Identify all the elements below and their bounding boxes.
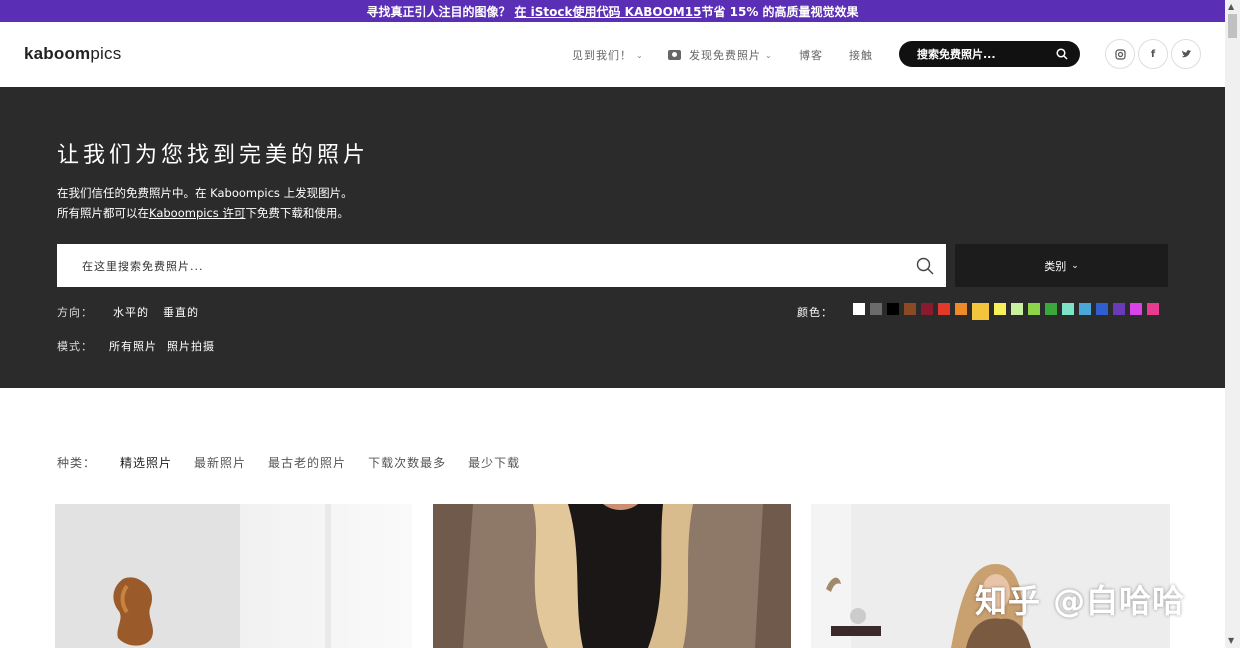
promo-suffix: 节省 15% 的高质量视觉效果 [701,4,859,19]
camera-icon [668,50,681,60]
color-swatch[interactable] [1130,303,1142,315]
mode-all-photos[interactable]: 所有照片 [109,338,157,354]
color-swatch[interactable] [1011,303,1023,315]
color-swatch[interactable] [853,303,865,315]
color-swatch[interactable] [1079,303,1091,315]
color-swatch[interactable] [1062,303,1074,315]
hero-title: 让我们为您找到完美的照片 [57,143,370,168]
nav-meet-us[interactable]: 见到我们！ ⌄ [572,47,644,63]
color-swatch[interactable] [1147,303,1159,315]
nav-contact[interactable]: 接触 [849,47,873,63]
color-swatch[interactable] [1096,303,1108,315]
color-filter: 颜色： [797,303,1159,320]
hero-description: 在我们信任的免费照片中。在 Kaboompics 上发现图片。 所有照片都可以在… [57,186,353,220]
main-search-input[interactable]: 在这里搜索免费照片... [57,244,946,287]
portrait-photo [433,504,791,648]
color-swatch[interactable] [1028,303,1040,315]
scrollbar-thumb[interactable] [1228,14,1237,38]
scroll-down-icon[interactable]: ▼ [1228,636,1234,645]
sort-oldest[interactable]: 最古老的照片 [268,454,346,471]
sort-most-downloaded[interactable]: 下载次数最多 [368,454,446,471]
color-swatches [853,303,1159,320]
promo-link[interactable]: 在 iStock使用代码 KABOOM15 [514,3,701,20]
orientation-filter: 方向： 水平的 垂直的 [57,304,199,320]
chevron-down-icon: ⌄ [636,50,644,60]
sort-newest[interactable]: 最新照片 [194,454,246,471]
chevron-down-icon: ⌄ [1071,260,1079,271]
color-swatch[interactable] [904,303,916,315]
sort-featured[interactable]: 精选照片 [120,454,172,471]
watermark: 知乎 @白哈哈 [975,582,1186,620]
photo-card[interactable] [433,504,791,648]
scrollbar[interactable]: ▲ ▼ [1225,0,1240,648]
nav-blog[interactable]: 博客 [799,47,823,63]
orientation-vertical[interactable]: 垂直的 [163,304,199,320]
promo-banner[interactable]: 寻找真正引人注目的图像？ 在 iStock使用代码 KABOOM15 节省 15… [0,0,1225,22]
vase-photo [55,504,331,648]
sort-least-downloaded[interactable]: 最少下载 [468,454,520,471]
color-swatch[interactable] [938,303,950,315]
sort-bar: 种类： 精选照片 最新照片 最古老的照片 下载次数最多 最少下载 [57,454,521,471]
color-swatch[interactable] [1113,303,1125,315]
twitter-icon[interactable] [1171,39,1201,69]
site-header: kaboompics 见到我们！ ⌄ 发现免费照片 ⌄ 博客 接触 搜索免费照片..… [0,22,1225,87]
license-link[interactable]: Kaboompics 许可 [149,206,245,220]
color-swatch[interactable] [972,303,989,320]
chevron-down-icon: ⌄ [765,50,773,60]
color-swatch[interactable] [994,303,1006,315]
color-swatch[interactable] [870,303,882,315]
header-search-input[interactable]: 搜索免费照片... [899,41,1080,67]
mode-filter: 模式： 所有照片 照片拍摄 [57,338,215,354]
photo-card[interactable] [55,504,412,648]
promo-text: 寻找真正引人注目的图像？ [366,4,511,19]
nav-discover[interactable]: 发现免费照片 ⌄ [668,47,773,63]
hero-section: 让我们为您找到完美的照片 在我们信任的免费照片中。在 Kaboompics 上发… [0,87,1225,388]
scroll-up-icon[interactable]: ▲ [1228,2,1234,11]
color-swatch[interactable] [955,303,967,315]
logo[interactable]: kaboompics [24,44,121,64]
search-icon[interactable] [1056,48,1068,60]
color-swatch[interactable] [887,303,899,315]
category-dropdown[interactable]: 类别 ⌄ [955,244,1168,287]
facebook-icon[interactable]: f [1138,39,1168,69]
mode-photoshoots[interactable]: 照片拍摄 [167,338,215,354]
color-swatch[interactable] [1045,303,1057,315]
search-icon[interactable] [916,257,934,275]
color-swatch[interactable] [921,303,933,315]
instagram-icon[interactable] [1105,39,1135,69]
orientation-horizontal[interactable]: 水平的 [113,304,149,320]
